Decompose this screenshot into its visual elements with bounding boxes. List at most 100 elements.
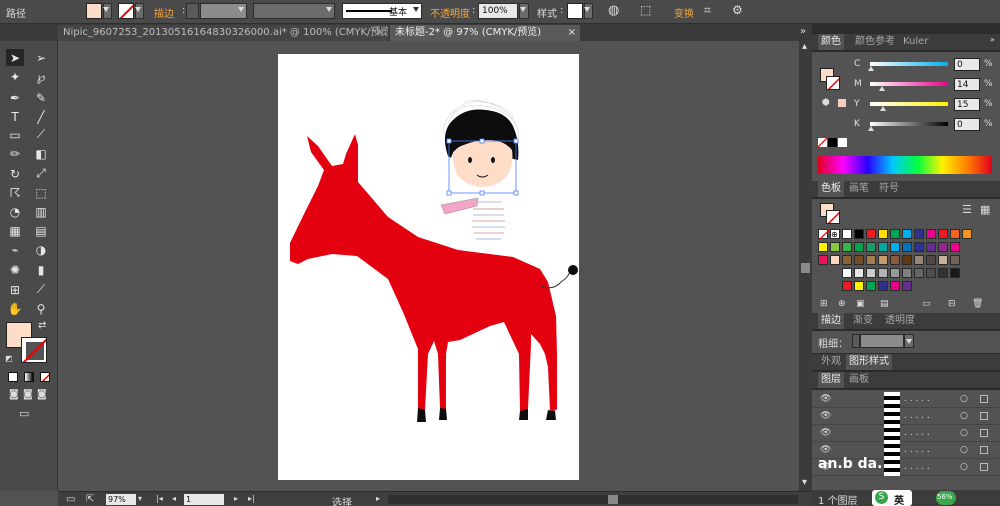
column-graph-tool-icon[interactable]: ▮ [32, 261, 50, 278]
stroke-label[interactable]: 描边 [154, 5, 174, 20]
eye-icon[interactable]: 👁 [820, 394, 831, 404]
swatch-cell[interactable] [938, 255, 948, 265]
swatch-cell[interactable] [902, 242, 912, 252]
swatch-cell[interactable] [854, 255, 864, 265]
stroke-weight-input[interactable] [860, 334, 904, 348]
swatch-cell[interactable] [842, 229, 852, 239]
channel-value[interactable]: 0 [954, 118, 980, 131]
swatch-cell[interactable] [938, 242, 948, 252]
lasso-tool-icon[interactable]: ℘ [32, 68, 50, 85]
type-tool-icon[interactable]: T [6, 108, 24, 125]
swatch-cell[interactable] [914, 229, 924, 239]
gradient-mode-button[interactable] [24, 372, 34, 382]
scale-tool-icon[interactable]: ⤢ [32, 165, 50, 182]
swatch-cell[interactable] [902, 229, 912, 239]
black-swatch[interactable] [828, 138, 837, 147]
ime-badge[interactable]: S 英 [872, 490, 912, 506]
tab-gradient[interactable]: 渐变 [850, 313, 876, 329]
swatch-cell[interactable] [854, 242, 864, 252]
swatch-cell[interactable] [878, 229, 888, 239]
magic-wand-tool-icon[interactable]: ✦ [6, 68, 24, 85]
target-icon[interactable]: ○ [960, 462, 968, 472]
warp-tool-icon[interactable]: ☈ [6, 184, 24, 201]
cube-icon[interactable]: ⬢ [822, 98, 830, 108]
eyedropper-tool-icon[interactable]: ⌁ [6, 241, 24, 258]
swatch-cell[interactable] [926, 268, 936, 278]
last-artboard-icon[interactable]: ▸| [248, 494, 255, 503]
horizontal-scroll-thumb[interactable] [608, 495, 618, 504]
rectangle-tool-icon[interactable]: ▭ [6, 126, 24, 143]
tab-symbols[interactable]: 符号 [876, 181, 902, 197]
swatch-cell[interactable] [950, 229, 960, 239]
draw-behind-icon[interactable]: ◙ [23, 389, 33, 400]
share-icon[interactable]: ⇱ [86, 494, 94, 505]
selection-tool-icon[interactable]: ➤ [6, 49, 24, 66]
close-icon[interactable]: × [376, 25, 384, 41]
list-view-icon[interactable]: ☰ [962, 203, 972, 216]
swatch-cell[interactable] [890, 268, 900, 278]
selection-indicator[interactable] [980, 463, 988, 471]
swatch-cell[interactable] [938, 229, 948, 239]
graphic-style-swatch[interactable] [567, 3, 583, 19]
swatch-cell[interactable] [938, 268, 948, 278]
swatch-cell[interactable] [842, 268, 852, 278]
stroke-swatch[interactable] [118, 3, 134, 19]
slider-knob[interactable] [868, 126, 874, 131]
artboard[interactable] [278, 54, 579, 480]
target-icon[interactable]: ○ [960, 411, 968, 421]
target-icon[interactable]: ○ [960, 445, 968, 455]
swatch-cell[interactable] [890, 255, 900, 265]
stroke-weight-dropdown[interactable] [904, 334, 914, 348]
gamut-swatch[interactable] [838, 99, 846, 107]
swatch-cell[interactable] [878, 268, 888, 278]
swatch-cell[interactable] [926, 255, 936, 265]
swatch-cell[interactable] [890, 242, 900, 252]
selection-indicator[interactable] [980, 446, 988, 454]
target-icon[interactable]: ○ [960, 428, 968, 438]
tab-transparency[interactable]: 透明度 [882, 313, 918, 329]
registration-swatch[interactable]: ⊕ [830, 229, 840, 239]
swatch-cell[interactable] [866, 281, 876, 291]
draw-inside-icon[interactable]: ◙ [37, 389, 47, 400]
new-swatch-icon[interactable]: ⊟ [948, 299, 956, 309]
color-mode-button[interactable] [8, 372, 18, 382]
slider-knob[interactable] [879, 106, 886, 111]
slider-knob[interactable] [868, 66, 874, 71]
blend-tool-icon[interactable]: ◑ [32, 241, 50, 258]
brush-definition-dropdown[interactable]: 基本 [342, 3, 422, 19]
swatch-cell[interactable] [878, 255, 888, 265]
tab-color-guide[interactable]: 颜色参考 [852, 34, 898, 50]
color-slider-track[interactable] [870, 122, 948, 126]
target-icon[interactable]: ○ [960, 394, 968, 404]
none-swatch[interactable] [818, 229, 830, 241]
free-transform-tool-icon[interactable]: ⬚ [32, 184, 50, 201]
draw-normal-icon[interactable]: ◙ [9, 389, 19, 400]
artboard-number-field[interactable]: 1 [184, 494, 224, 505]
swatch-cell[interactable] [854, 281, 864, 291]
channel-value[interactable]: 0 [954, 58, 980, 71]
stroke-color-box[interactable] [21, 337, 47, 363]
layer-row[interactable]: 👁 . . . . . ○ [812, 409, 1000, 425]
selection-indicator[interactable] [980, 395, 988, 403]
new-color-group-icon[interactable]: ▭ [922, 299, 931, 309]
color-spectrum-bar[interactable] [818, 156, 992, 174]
opacity-dropdown[interactable] [519, 3, 529, 19]
perspective-grid-tool-icon[interactable]: ▥ [32, 203, 50, 220]
status-menu-icon[interactable]: ▸ [376, 494, 380, 503]
none-mode-button[interactable] [40, 372, 50, 382]
channel-value[interactable]: 14 [954, 78, 980, 91]
stroke-weight-field[interactable] [200, 3, 247, 19]
swatch-cell[interactable] [878, 242, 888, 252]
swatch-cell[interactable] [902, 268, 912, 278]
line-tool-icon[interactable]: ╱ [32, 108, 50, 125]
tab-brushes[interactable]: 画笔 [846, 181, 872, 197]
tab-color[interactable]: 颜色 [818, 34, 844, 50]
color-stroke-swatch[interactable] [826, 76, 840, 90]
variable-width-dropdown[interactable] [253, 3, 335, 19]
artwork[interactable] [278, 54, 579, 480]
transform-label[interactable]: 变换 [674, 5, 694, 20]
panel-collapse-strip[interactable]: » [990, 34, 1000, 48]
swatch-cell[interactable] [842, 281, 852, 291]
align-icon[interactable]: ⬚ [640, 3, 651, 17]
symbol-sprayer-tool-icon[interactable]: ✺ [6, 261, 24, 278]
